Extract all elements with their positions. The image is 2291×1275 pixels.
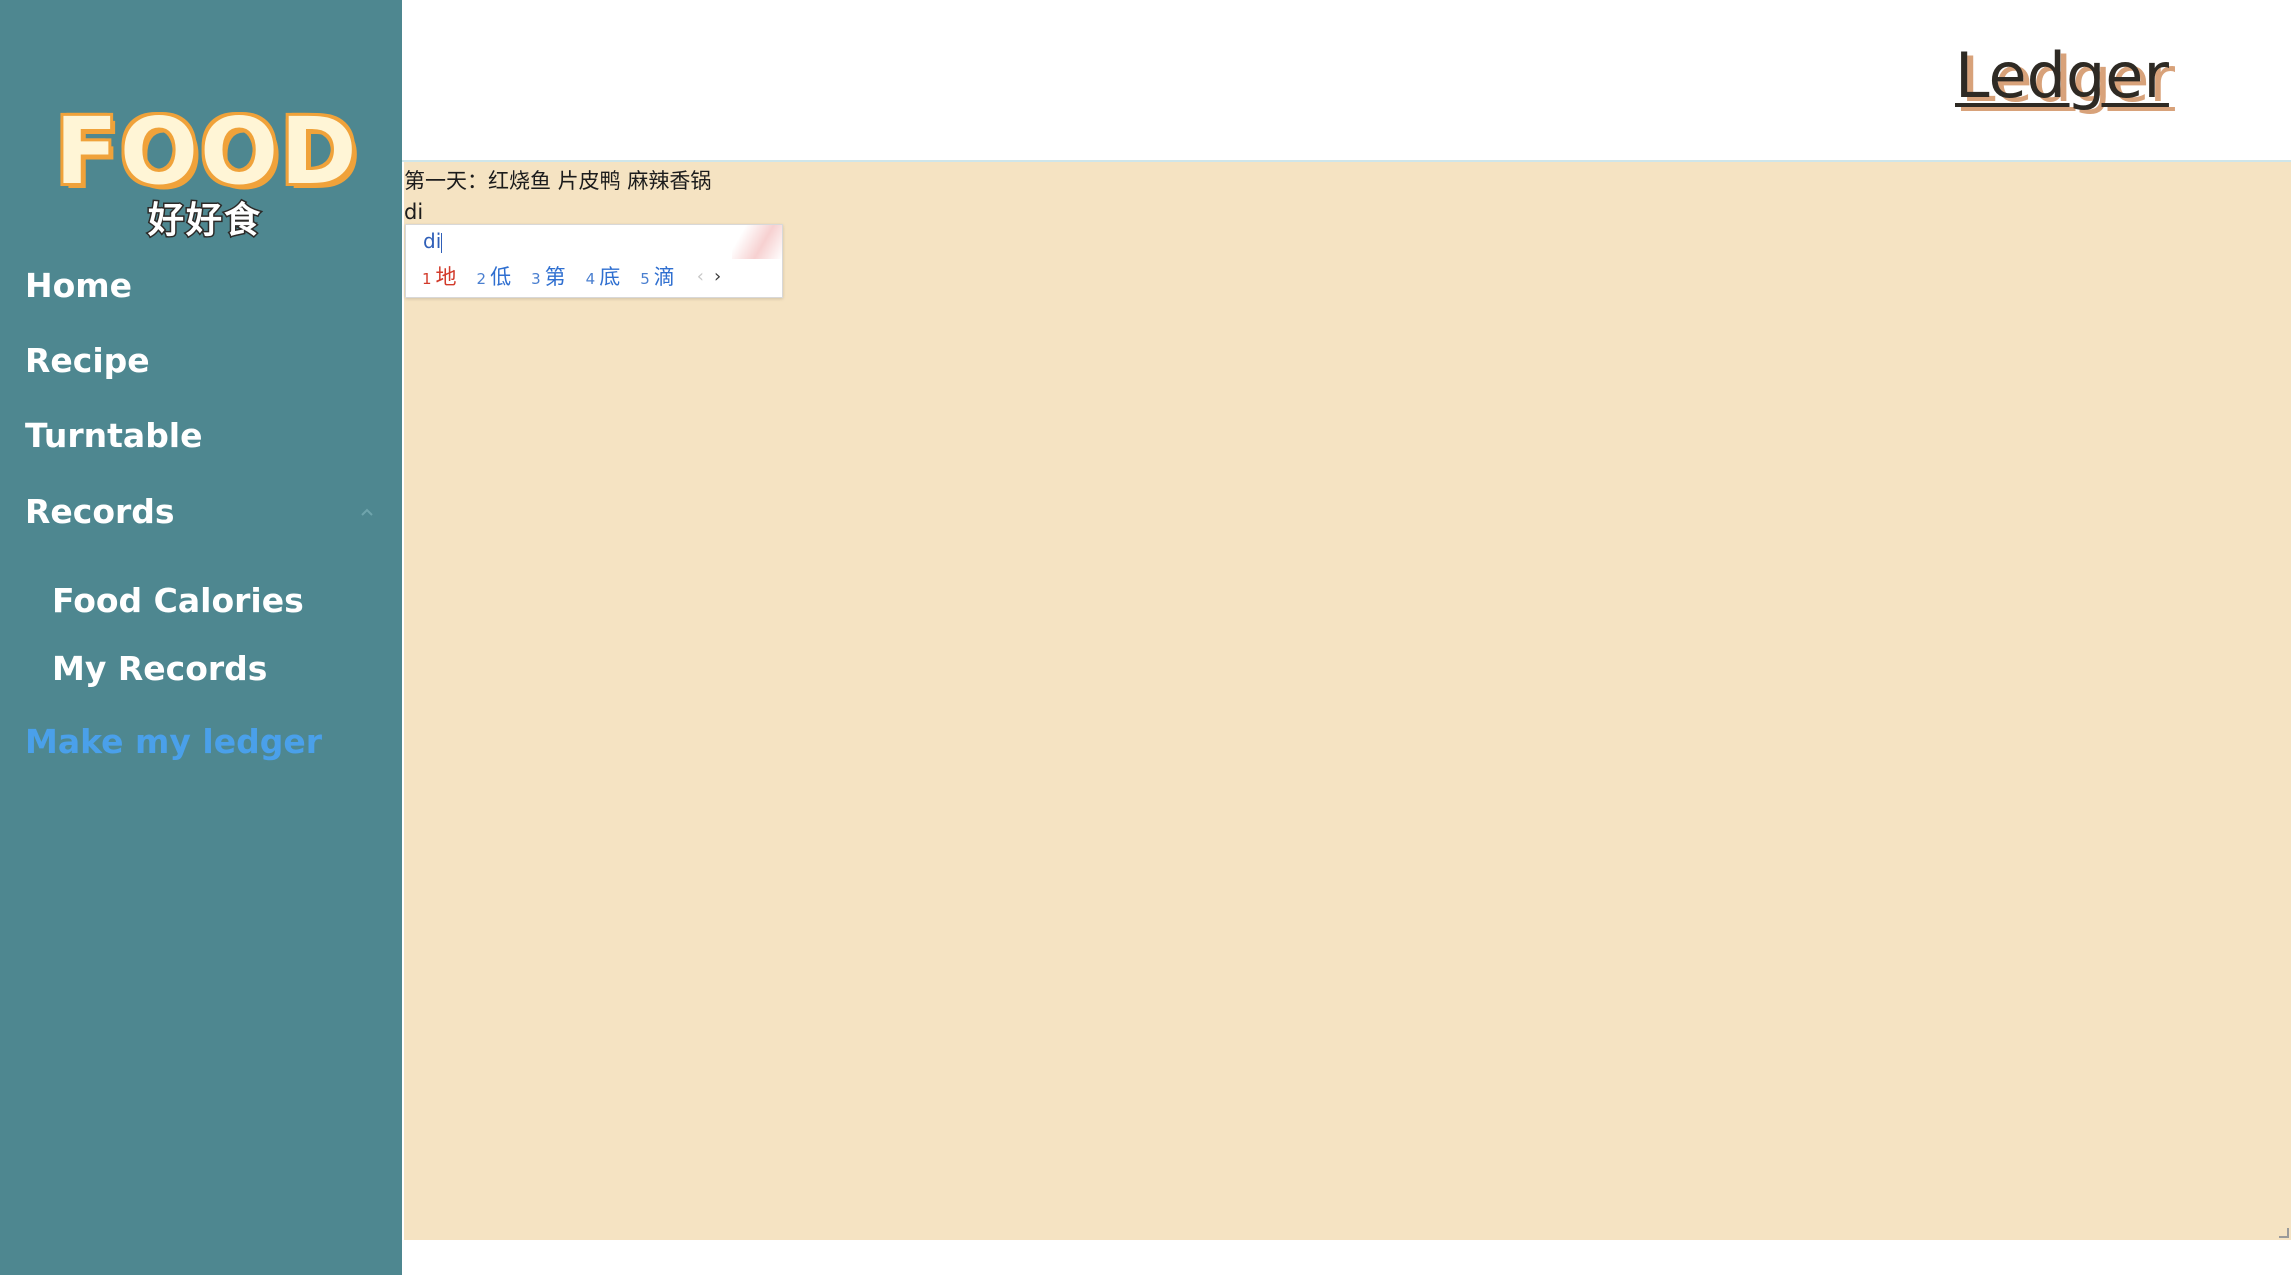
candidate-index: 2 xyxy=(476,270,487,288)
nav-food-calories[interactable]: Food Calories xyxy=(52,581,304,620)
ime-candidate[interactable]: 5 滴 xyxy=(640,261,675,291)
ledger-text-value: 第一天：红烧鱼 片皮鸭 麻辣香锅 di xyxy=(404,169,712,224)
page-title: Ledger xyxy=(1955,39,2169,112)
ime-pager: ‹ › xyxy=(697,266,721,287)
text-caret xyxy=(441,232,443,253)
ime-candidate-list: 1 地 2 低 3 第 4 底 5 滴 ‹ › xyxy=(422,261,721,291)
chevron-right-icon[interactable]: › xyxy=(714,266,721,287)
chevron-up-icon[interactable] xyxy=(360,506,374,520)
chevron-left-icon[interactable]: ‹ xyxy=(697,266,704,287)
ime-candidate[interactable]: 1 地 xyxy=(422,261,457,291)
candidate-index: 4 xyxy=(585,270,596,288)
candidate-char: 滴 xyxy=(653,265,675,289)
ime-composition-text: di xyxy=(423,229,442,253)
nav-turntable[interactable]: Turntable xyxy=(25,416,203,455)
ime-candidate-popup: di 1 地 2 低 3 第 4 底 5 滴 ‹ › xyxy=(405,224,783,298)
app-logo[interactable]: FOOD 好好食 xyxy=(53,97,360,250)
ime-composition: di xyxy=(423,227,443,255)
ime-candidate[interactable]: 2 低 xyxy=(477,261,512,291)
candidate-index: 3 xyxy=(531,270,541,288)
candidate-char: 底 xyxy=(599,265,621,289)
logo-title: FOOD xyxy=(53,97,360,206)
candidate-index: 5 xyxy=(640,270,650,288)
ime-skin-decoration xyxy=(732,225,782,259)
logo-subtitle: 好好食 xyxy=(146,199,262,243)
sidebar: FOOD 好好食 Home Recipe Turntable Records F… xyxy=(0,0,402,1275)
candidate-char: 低 xyxy=(490,265,512,289)
nav-home[interactable]: Home xyxy=(25,266,132,305)
page-footer xyxy=(402,1240,2291,1275)
candidate-char: 第 xyxy=(544,265,566,289)
ime-candidate[interactable]: 4 底 xyxy=(586,261,621,291)
resize-handle-icon[interactable] xyxy=(2279,1228,2289,1238)
ledger-textarea[interactable]: 第一天：红烧鱼 片皮鸭 麻辣香锅 di xyxy=(404,162,2291,1240)
nav-recipe[interactable]: Recipe xyxy=(25,341,150,380)
candidate-index: 1 xyxy=(422,270,432,288)
nav-make-my-ledger[interactable]: Make my ledger xyxy=(25,722,322,761)
ime-candidate[interactable]: 3 第 xyxy=(531,261,566,291)
nav-records[interactable]: Records xyxy=(25,492,175,531)
candidate-char: 地 xyxy=(435,265,457,289)
nav-my-records[interactable]: My Records xyxy=(52,649,267,688)
